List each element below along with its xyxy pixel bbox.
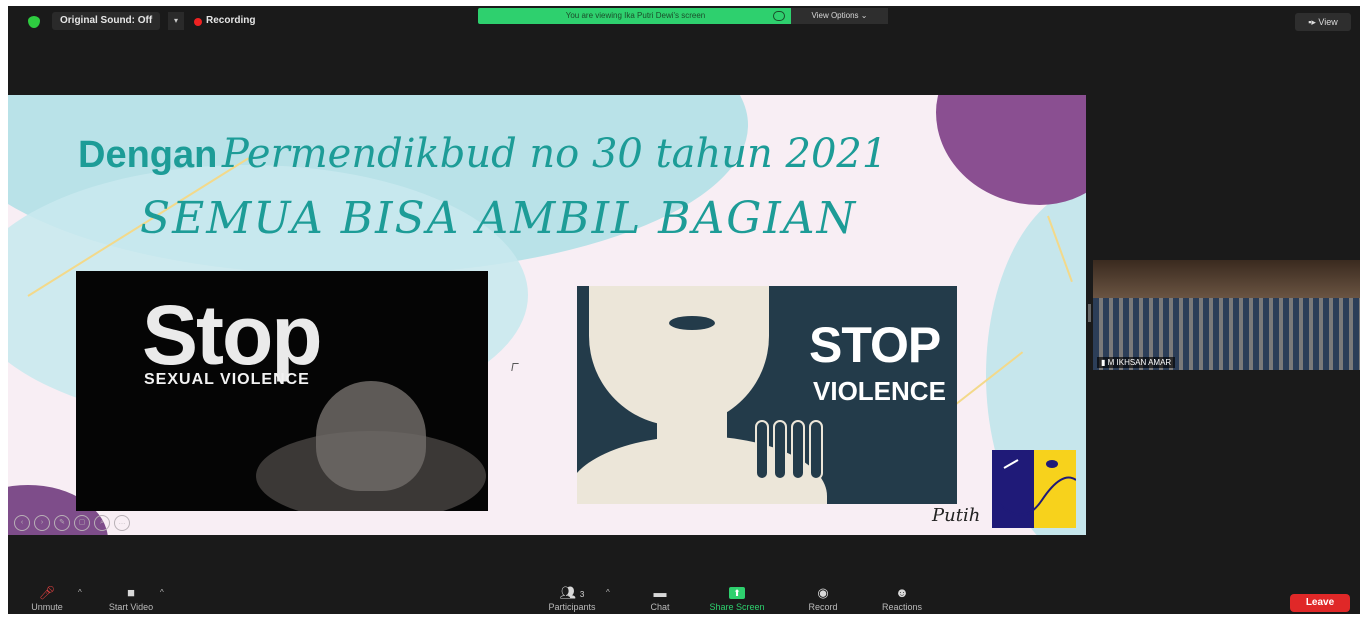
reactions-smiley-icon: ☻ [895,585,909,600]
original-sound-dropdown[interactable]: ▾ [168,12,184,30]
view-button[interactable]: ▪▸ View [1295,13,1351,31]
annotation-toolbar: ‹ › ✎ ▢ ⌕ … [14,515,130,531]
stop-sexual-violence-image: Stop SEXUAL VIOLENCE [76,271,488,511]
participant-name: M IKHSAN AMAR [1107,358,1172,367]
participant-name-label: ▮ M IKHSAN AMAR [1097,357,1176,368]
organization-logo [992,450,1076,528]
participants-label: Participants [548,602,596,612]
view-grid-icon: ▪▸ [1308,17,1319,27]
leave-button[interactable]: Leave [1290,594,1350,612]
share-screen-button[interactable]: ⬆ Share Screen [702,584,772,612]
signal-strength-icon: ▮ [1101,358,1108,367]
chat-bubble-icon: ▬ [653,585,667,600]
reactions-button[interactable]: ☻ Reactions [872,584,932,613]
resize-handle[interactable] [1088,304,1091,322]
shared-screen-slide: Dengan Permendikbud no 30 tahun 2021 SEM… [8,95,1086,535]
slide-title: Dengan Permendikbud no 30 tahun 2021 [78,131,887,177]
mouse-cursor-icon [511,363,519,371]
image-finger [773,420,787,480]
participants-icon: 👥︎ 3 [559,585,585,600]
view-options-button[interactable]: View Options ⌄ [791,8,888,24]
video-ceiling [1093,260,1360,298]
record-button[interactable]: ◉ Record [798,584,848,613]
original-sound-button[interactable]: Original Sound: Off [52,12,161,30]
video-off-icon: ■ [127,585,135,600]
share-screen-icon: ⬆ [729,587,745,599]
top-bar: Original Sound: Off ▾ Recording You are … [8,6,1360,36]
image-face-shape [589,286,769,426]
next-slide-icon[interactable]: › [34,515,50,531]
banner-eye-icon [773,11,785,21]
image-finger [809,420,823,480]
viewing-screen-banner: You are viewing Ika Putri Dewi's screen [478,8,793,24]
participants-options-caret[interactable]: ^ [606,588,610,597]
image-hand-shape [316,381,426,491]
image-caption: SEXUAL VIOLENCE [144,371,310,388]
participant-video-tile[interactable]: ▮ M IKHSAN AMAR [1093,260,1360,370]
slide-subtitle: SEMUA BISA AMBIL BAGIAN [140,193,858,244]
chat-label: Chat [650,602,670,612]
zoom-window: Original Sound: Off ▾ Recording You are … [8,6,1360,614]
shape-icon[interactable]: ▢ [74,515,90,531]
video-options-caret[interactable]: ^ [160,588,164,597]
reactions-label: Reactions [881,602,923,612]
muted-microphone-icon: 🎤︎ [38,585,56,600]
pen-icon[interactable]: ✎ [54,515,70,531]
participants-button[interactable]: 👥︎ 3 Participants [536,584,608,613]
image-stop-word: Stop [142,288,323,382]
security-shield-icon[interactable] [28,16,40,28]
image-stop-word: STOP [809,317,941,373]
start-video-label: Start Video [108,602,154,612]
image-finger [755,420,769,480]
recording-indicator-icon [194,18,202,26]
meeting-toolbar: 🎤︎ Unmute ^ ■ Start Video ^ 👥︎ 3 Partici… [8,584,1360,614]
image-finger [791,420,805,480]
recording-label: Recording [206,15,256,26]
prev-slide-icon[interactable]: ‹ [14,515,30,531]
logo-mark-icon [995,459,1076,516]
record-icon: ◉ [817,585,829,600]
record-label: Record [808,602,838,612]
logo-signature: Putih [932,505,981,526]
image-lips-shape [669,316,715,330]
zoom-icon[interactable]: ⌕ [94,515,110,531]
participants-count: 3 [579,590,585,599]
viewing-screen-text: You are viewing Ika Putri Dewi's screen [565,11,706,20]
slide-title-script: Permendikbud no 30 tahun 2021 [221,131,888,177]
unmute-button[interactable]: 🎤︎ Unmute [22,584,72,613]
more-icon[interactable]: … [114,515,130,531]
slide-title-prefix: Dengan [78,134,218,176]
view-label: View [1318,17,1338,27]
slide-background-shape [936,95,1086,205]
image-caption: VIOLENCE [813,376,946,406]
start-video-button[interactable]: ■ Start Video [96,584,166,613]
unmute-label: Unmute [31,602,63,612]
image-fingers-shape [755,420,835,480]
audio-options-caret[interactable]: ^ [78,588,82,597]
chat-button[interactable]: ▬ Chat [640,584,680,613]
share-screen-label: Share Screen [709,602,765,612]
stop-violence-image: STOP VIOLENCE [577,286,957,504]
